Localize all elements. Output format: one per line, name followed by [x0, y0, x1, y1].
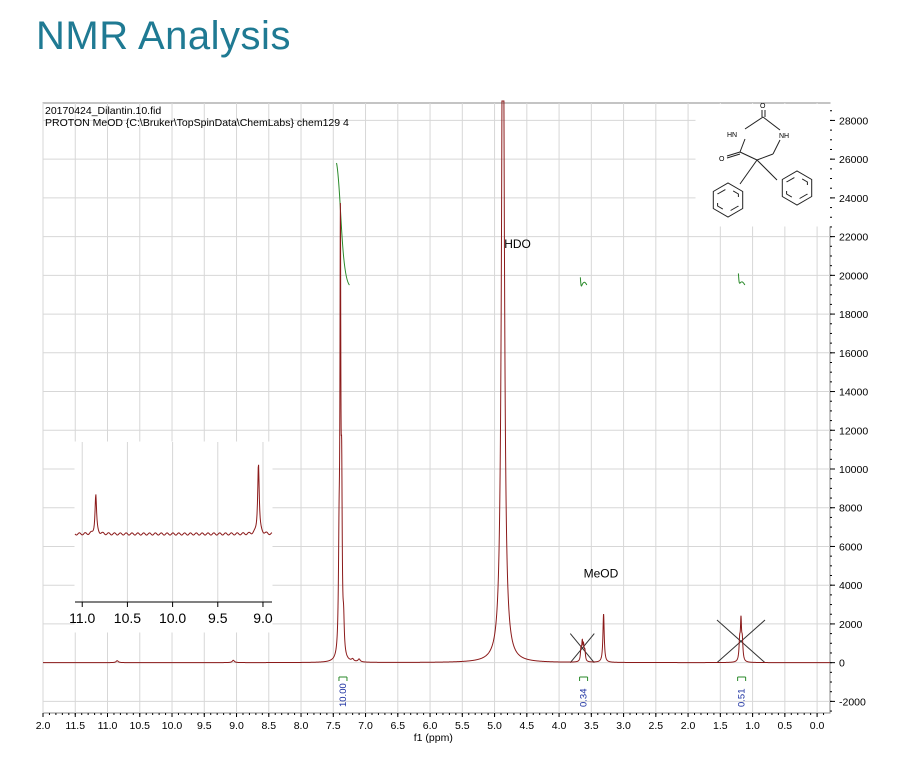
integral-value: 0.34 — [579, 689, 590, 708]
y-tick-label: 18000 — [839, 309, 868, 321]
x-tick-label: 8.5 — [261, 720, 276, 732]
integrals: 10.00 0.34 0.51 — [336, 162, 766, 708]
structure-atom-label: NH — [779, 133, 789, 140]
structure-atom-label: O — [760, 103, 766, 110]
x-tick-label: 9.0 — [229, 720, 244, 732]
inset-tick-label: 10.0 — [159, 610, 186, 626]
x-tick-label: 3.5 — [584, 720, 599, 732]
inset-tick-label: 10.5 — [114, 610, 141, 626]
x-tick-label: 2.0 — [681, 720, 696, 732]
x-tick-label: 6.5 — [390, 720, 405, 732]
x-tick-label: 9.5 — [197, 720, 212, 732]
structure-atom-label: HN — [727, 132, 737, 139]
integral-curve — [336, 162, 350, 286]
y-tick-label: 4000 — [839, 580, 863, 592]
x-tick-label: 2.5 — [649, 720, 664, 732]
x-tick-label: 4.5 — [520, 720, 535, 732]
y-tick-label: 20000 — [839, 270, 868, 282]
x-tick-label: 6.0 — [423, 720, 438, 732]
x-tick-label: 1.0 — [745, 720, 760, 732]
x-tick-label: 2.0 — [36, 720, 51, 732]
x-tick-label: 0.5 — [778, 720, 793, 732]
x-tick-label: 10.5 — [130, 720, 151, 732]
y-tick-label: 22000 — [839, 232, 868, 244]
nmr-spectrum-chart: 20170424_Dilantin.10.fid PROTON MeOD {C:… — [36, 100, 868, 744]
acquisition-info: PROTON MeOD {C:\Bruker\TopSpinData\ChemL… — [45, 117, 349, 129]
x-tick-label: 10.0 — [162, 720, 183, 732]
y-tick-label: -2000 — [839, 696, 866, 708]
x-tick-label: 5.0 — [487, 720, 502, 732]
y-tick-label: 24000 — [839, 193, 868, 205]
x-tick-label: 0.0 — [810, 720, 825, 732]
y-tick-label: 16000 — [839, 348, 868, 360]
spectrum-filename: 20170424_Dilantin.10.fid — [45, 105, 161, 117]
y-tick-label: 12000 — [839, 425, 868, 437]
integral-value: 10.00 — [338, 683, 349, 707]
inset-background — [74, 441, 273, 633]
molecule-structure: O HN NH O — [695, 103, 831, 227]
inset-zoom-panel: 11.0 10.5 10.0 9.5 9.0 — [69, 441, 273, 633]
y-tick-label: 26000 — [839, 154, 868, 166]
x-axis-title: f1 (ppm) — [414, 732, 453, 744]
x-tick-label: 7.0 — [358, 720, 373, 732]
inset-tick-label: 9.0 — [253, 610, 273, 626]
integral-value: 0.51 — [737, 689, 748, 708]
inset-tick-label: 11.0 — [69, 610, 95, 626]
x-tick-label: 5.5 — [455, 720, 470, 732]
y-axis: -2000 0 2000 4000 6000 8000 10000 12000 14000 160… — [830, 110, 868, 712]
y-tick-label: 0 — [839, 658, 845, 670]
x-axis: 2.0 11.5 11.0 10.5 10.0 9.5 9.0 8.5 8.0 7.5 7.0 6.5… — [36, 713, 825, 732]
y-tick-label: 2000 — [839, 619, 863, 631]
x-tick-label: 7.5 — [326, 720, 341, 732]
x-tick-label: 4.0 — [552, 720, 567, 732]
x-tick-label: 11.0 — [98, 720, 118, 732]
peak-annotation: MeOD — [584, 566, 619, 580]
integral-curve — [579, 277, 588, 287]
y-tick-label: 6000 — [839, 541, 863, 553]
x-tick-label: 3.0 — [616, 720, 631, 732]
y-tick-label: 8000 — [839, 503, 863, 515]
structure-atom-label: O — [719, 156, 725, 163]
inset-tick-label: 9.5 — [208, 610, 228, 626]
y-tick-label: 14000 — [839, 387, 868, 399]
annotations: HDO MeOD — [504, 237, 618, 580]
y-tick-label: 10000 — [839, 464, 868, 476]
structure-background — [695, 103, 831, 227]
y-tick-label: 28000 — [839, 115, 868, 127]
x-tick-label: 8.0 — [294, 720, 309, 732]
x-tick-label: 11.5 — [65, 720, 85, 732]
x-tick-label: 1.5 — [713, 720, 728, 732]
peak-annotation: HDO — [504, 237, 531, 251]
